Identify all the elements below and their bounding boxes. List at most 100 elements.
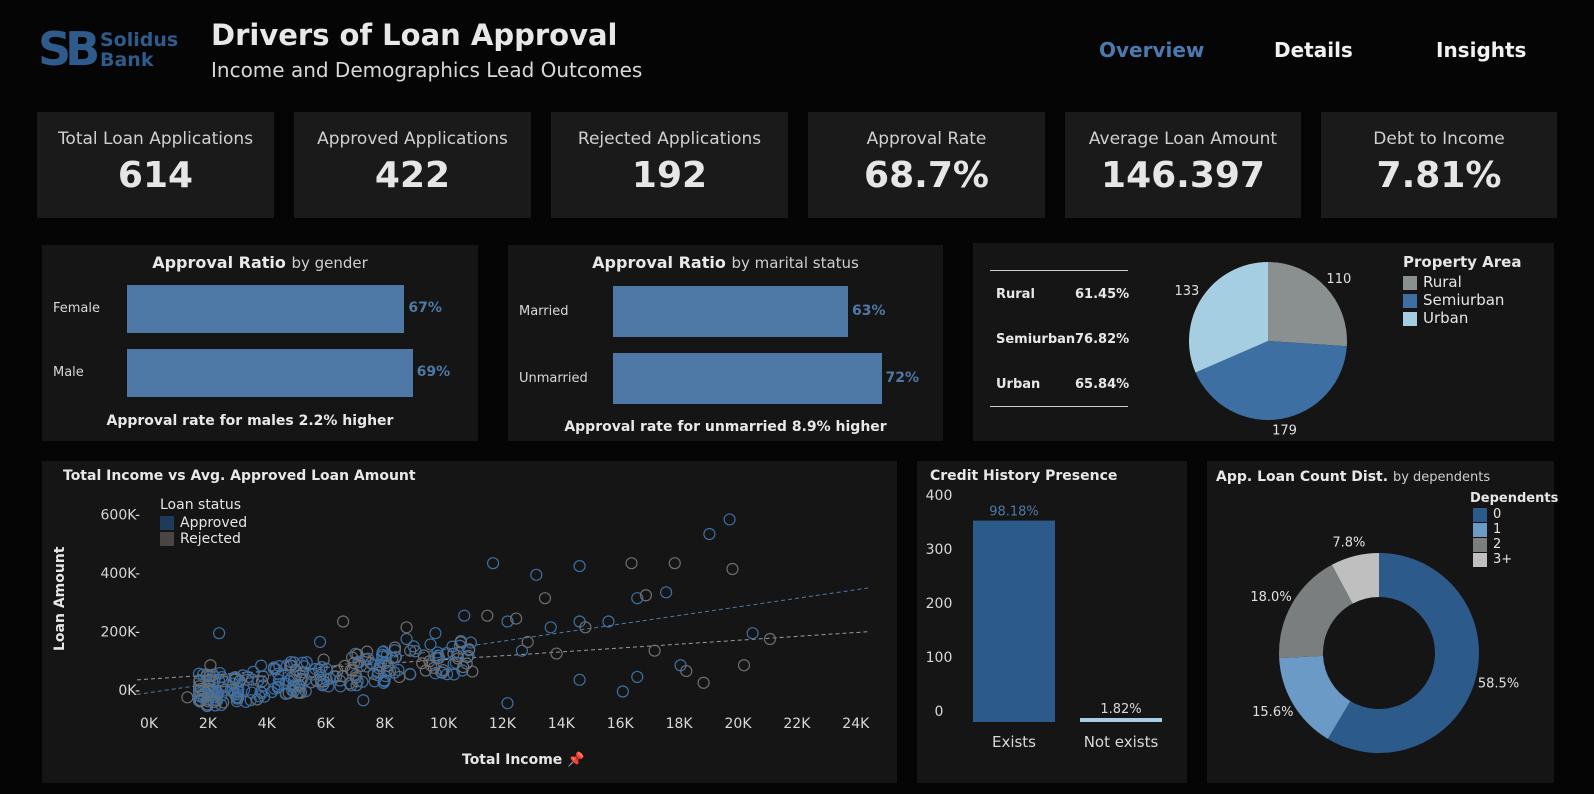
- bar-married: [613, 286, 848, 337]
- trend-line-rejected: [136, 631, 869, 681]
- donut-slice-label: 15.6%: [1252, 705, 1293, 720]
- logo-line-1: Solidus: [100, 29, 179, 51]
- x-tick-label: 0K: [140, 716, 159, 732]
- legend-swatch: [1403, 275, 1417, 290]
- scatter-point-approved: [530, 568, 543, 581]
- nav-details[interactable]: Details: [1274, 38, 1353, 62]
- pin-icon[interactable]: 📌: [567, 752, 584, 768]
- scatter-point-rejected: [181, 691, 194, 704]
- x-category-label: Exists: [992, 733, 1036, 751]
- page-title: Drivers of Loan Approval: [211, 18, 618, 52]
- bar-value-female: 67%: [408, 300, 442, 316]
- legend-item-rejected[interactable]: Rejected: [160, 531, 247, 547]
- scatter-point-approved: [544, 621, 557, 634]
- nav-overview[interactable]: Overview: [1099, 38, 1204, 62]
- kpi-label: Total Loan Applications: [57, 129, 254, 149]
- panel-title: Approval Ratio by marital status: [592, 253, 859, 272]
- bar-label-unmarried: Unmarried: [519, 371, 588, 386]
- kpi-value: 422: [374, 155, 451, 196]
- scatter-point-rejected: [726, 562, 739, 576]
- pie-slice-label: 179: [1272, 424, 1297, 439]
- bar-value-male: 69%: [416, 364, 451, 380]
- legend-title: Property Area: [1403, 253, 1522, 271]
- scatter-point-approved: [746, 627, 759, 640]
- legend-swatch: [1403, 293, 1417, 308]
- x-tick-label: 22K: [783, 716, 811, 732]
- kpi-label: Approved Applications: [317, 129, 508, 149]
- legend-item-rural[interactable]: Rural: [1403, 273, 1521, 291]
- kpi-average-loan-amount: Average Loan Amount 146.397: [1065, 112, 1301, 218]
- kpi-rejected-applications: Rejected Applications 192: [551, 112, 788, 218]
- legend-item-3plus[interactable]: 3+: [1473, 552, 1558, 567]
- legend-item-approved[interactable]: Approved: [160, 515, 247, 531]
- table-cell-rate: 61.45%: [1075, 287, 1130, 302]
- legend-swatch: [1473, 507, 1487, 522]
- loan-status-legend: Loan status Approved Rejected: [160, 497, 247, 547]
- scatter-point-approved: [464, 636, 477, 649]
- table-cell-rate: 65.84%: [1075, 377, 1130, 392]
- legend-swatch: [1473, 522, 1487, 537]
- x-tick-label: 6K: [317, 716, 336, 732]
- scatter-point-approved: [255, 659, 268, 672]
- legend-title: Loan status: [160, 497, 242, 513]
- bank-logo-text: Solidus Bank: [100, 30, 178, 70]
- x-tick-label: 16K: [607, 716, 635, 732]
- kpi-value: 146.397: [1101, 155, 1265, 196]
- kpi-approval-rate: Approval Rate 68.7%: [808, 112, 1045, 218]
- credit-history-chart: 0 100 200 300 400 98.18% Exists 1.82% Not exists: [926, 488, 1162, 751]
- kpi-value: 7.81%: [1376, 155, 1502, 196]
- x-category-label: Not exists: [1084, 733, 1159, 751]
- approval-gender-panel: Approval Ratio by gender Female 67% Male…: [42, 245, 478, 441]
- scatter-point-rejected: [625, 557, 638, 570]
- table-cell-area: Semiurban: [996, 332, 1076, 347]
- x-tick-label: 18K: [666, 716, 694, 732]
- legend-swatch: [160, 516, 174, 530]
- legend-item-2[interactable]: 2: [1473, 537, 1558, 552]
- legend-swatch: [1473, 537, 1487, 552]
- bar-value-label: 98.18%: [989, 505, 1039, 520]
- scatter-point-rejected: [668, 557, 681, 570]
- scatter-point-approved: [703, 527, 716, 541]
- x-tick-label: 4K: [258, 716, 277, 732]
- scatter-point-approved: [573, 559, 586, 573]
- donut-slice-label: 18.0%: [1250, 590, 1291, 605]
- y-tick-label: 0: [935, 704, 944, 720]
- bar-value-married: 63%: [851, 303, 886, 319]
- scatter-point-approved: [313, 635, 327, 649]
- nav-insights[interactable]: Insights: [1436, 38, 1526, 62]
- legend-item-1[interactable]: 1: [1473, 522, 1558, 537]
- property-area-panel: Rural 61.45% Semiurban 76.82% Urban 65.8…: [973, 243, 1554, 441]
- table-cell-rate: 76.82%: [1075, 332, 1130, 347]
- kpi-value: 68.7%: [864, 155, 989, 196]
- legend-item-urban[interactable]: Urban: [1403, 309, 1521, 327]
- x-tick-label: 8K: [376, 716, 395, 732]
- scatter-point-rejected: [337, 615, 350, 628]
- marital-note: Approval rate for unmarried 8.9% higher: [564, 419, 887, 435]
- scatter-point-approved: [723, 513, 736, 526]
- bar-label-male: Male: [53, 365, 84, 380]
- scatter-xlabel: Total Income 📌: [462, 752, 585, 768]
- legend-item-semiurban[interactable]: Semiurban: [1403, 291, 1521, 309]
- kpi-debt-to-income: Debt to Income 7.81%: [1321, 112, 1557, 218]
- scatter-point-approved: [616, 685, 629, 698]
- scatter-point-rejected: [737, 659, 751, 672]
- logo-line-2: Bank: [100, 49, 154, 71]
- kpi-label: Average Loan Amount: [1088, 129, 1278, 149]
- scatter-point-rejected: [204, 659, 217, 672]
- legend-swatch: [1473, 552, 1487, 567]
- scatter-point-approved: [631, 670, 644, 684]
- kpi-total-applications: Total Loan Applications 614: [37, 112, 274, 218]
- credit-history-panel: Credit History Presence 0 100 200 300 400 98.…: [917, 461, 1187, 783]
- y-tick-label: 400K-: [101, 566, 140, 582]
- y-tick-label: 200K-: [101, 625, 140, 641]
- y-tick-label: 300: [926, 542, 953, 558]
- kpi-label: Approval Rate: [866, 129, 987, 149]
- table-cell-area: Rural: [996, 287, 1035, 302]
- scatter-point-approved: [213, 627, 226, 640]
- panel-title: Approval Ratio by gender: [152, 253, 368, 272]
- kpi-value: 192: [631, 155, 708, 196]
- legend-item-0[interactable]: 0: [1473, 507, 1558, 522]
- donut-slice-label: 7.8%: [1332, 535, 1365, 550]
- bar-unmarried: [613, 353, 882, 404]
- kpi-value: 614: [117, 155, 194, 196]
